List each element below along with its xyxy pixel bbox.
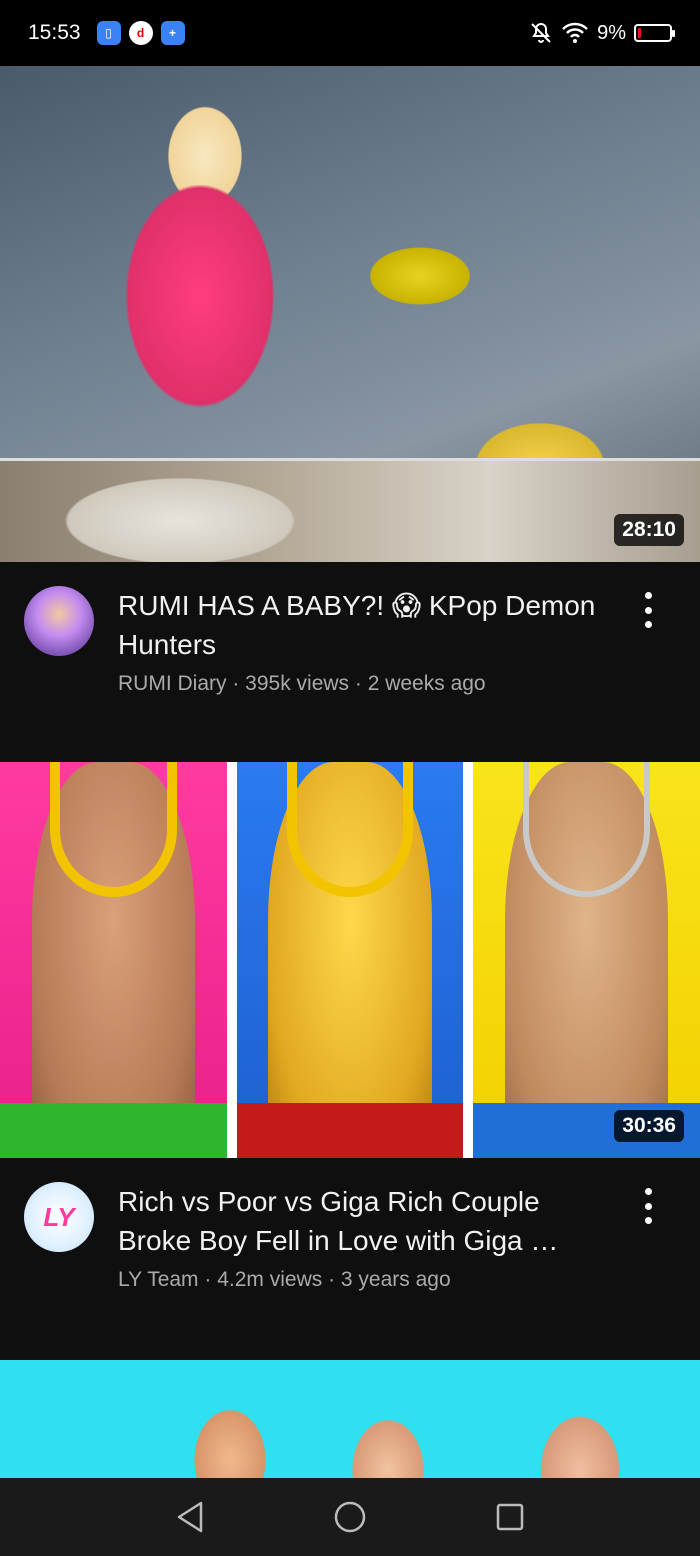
battery-level [638, 28, 641, 38]
video-subtitle: RUMI Diary · 395k views · 2 weeks ago [118, 672, 486, 695]
app-badge-blue-icon: ▯ [96, 21, 121, 45]
feed-spacer [0, 696, 700, 762]
back-icon [177, 1501, 203, 1533]
thumbnail-lower-scene [0, 458, 700, 562]
video-meta-text[interactable]: RUMI HAS A BABY?! 😱 KPop Demon Hunters R… [118, 586, 598, 696]
video-card[interactable] [0, 1360, 700, 1478]
app-badge-d-icon: d [128, 21, 153, 45]
channel-avatar[interactable]: LY [24, 1182, 94, 1252]
video-thumbnail[interactable]: 28:10 [0, 66, 700, 562]
recents-icon [496, 1503, 524, 1531]
video-title[interactable]: Rich vs Poor vs Giga Rich Couple Broke B… [118, 1182, 598, 1260]
back-button[interactable] [160, 1487, 220, 1547]
home-icon [334, 1501, 366, 1533]
battery-percent: 9% [597, 21, 626, 44]
video-thumbnail[interactable] [0, 1360, 700, 1478]
video-card[interactable]: 30:36 LY Rich vs Poor vs Giga Rich Coupl… [0, 762, 700, 1292]
duration-badge: 30:36 [614, 1110, 684, 1142]
video-meta-text[interactable]: Rich vs Poor vs Giga Rich Couple Broke B… [118, 1182, 598, 1292]
navigation-bar [0, 1478, 700, 1556]
video-meta: LY Rich vs Poor vs Giga Rich Couple Brok… [0, 1158, 700, 1292]
video-title[interactable]: RUMI HAS A BABY?! 😱 KPop Demon Hunters [118, 586, 598, 664]
video-thumbnail[interactable]: 30:36 [0, 762, 700, 1158]
video-feed[interactable]: 28:10 RUMI HAS A BABY?! 😱 KPop Demon Hun… [0, 66, 700, 1478]
status-right: 9% [529, 21, 675, 45]
video-subtitle: LY Team · 4.2m views · 3 years ago [118, 1268, 451, 1291]
video-card[interactable]: 28:10 RUMI HAS A BABY?! 😱 KPop Demon Hun… [0, 66, 700, 696]
video-meta: RUMI HAS A BABY?! 😱 KPop Demon Hunters R… [0, 562, 700, 696]
feed-spacer [0, 1292, 700, 1360]
battery-icon [634, 24, 675, 42]
status-bar: 15:53 ▯ d + 9% [0, 0, 700, 66]
thumbnail-panel-rich [226, 762, 474, 1158]
more-options-icon[interactable] [636, 592, 660, 628]
thumbnail-panel-giga [473, 762, 700, 1158]
bell-off-icon [531, 22, 551, 43]
status-time: 15:53 [28, 21, 81, 44]
duration-badge: 28:10 [614, 514, 684, 546]
wifi-icon [562, 22, 588, 43]
home-button[interactable] [320, 1487, 380, 1547]
recents-button[interactable] [480, 1487, 540, 1547]
status-left: 15:53 ▯ d + [28, 21, 185, 45]
channel-avatar[interactable] [24, 586, 94, 656]
more-options-icon[interactable] [636, 1188, 660, 1224]
app-badge-plus-icon: + [160, 21, 185, 45]
thumbnail-panel-poor [0, 762, 227, 1158]
